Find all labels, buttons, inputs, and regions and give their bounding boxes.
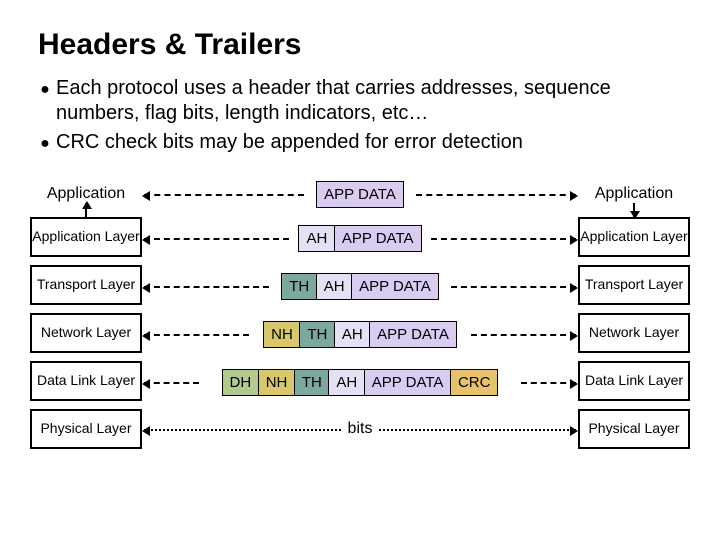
dashed-arrow [451,286,576,288]
dashed-arrow [144,286,269,288]
seg-ah: AH [334,321,371,348]
layer-box: Application Layer [30,217,142,257]
layer-box: Application Layer [578,217,690,257]
dashed-arrow [144,382,199,384]
layer-box: Transport Layer [578,265,690,305]
dashed-arrow [431,238,576,240]
layer-box: Physical Layer [30,409,142,449]
seg-appdata: APP DATA [316,181,404,208]
seg-th: TH [294,369,330,396]
seg-appdata: APP DATA [351,273,439,300]
arrow-down [633,203,635,217]
seg-ah: AH [328,369,365,396]
seg-th: TH [299,321,335,348]
dashed-arrow [471,334,576,336]
seg-th: TH [281,273,317,300]
bullet-list: ● Each protocol uses a header that carri… [34,76,690,155]
receiver-stack: Application Layer Transport Layer Networ… [578,217,690,457]
receiver-app-label: Application [578,185,690,203]
layer-box: Network Layer [30,313,142,353]
dashed-arrow [144,334,249,336]
layer-box: Physical Layer [578,409,690,449]
seg-ah: AH [316,273,353,300]
encapsulation-diagram: Application Application Application Laye… [30,169,690,499]
bullet-text: CRC check bits may be appended for error… [56,130,690,155]
layer-box: Network Layer [578,313,690,353]
sender-stack: Application Layer Transport Layer Networ… [30,217,142,457]
seg-dh: DH [222,369,260,396]
dashed-arrow [416,194,576,196]
slide-title: Headers & Trailers [38,28,690,62]
dashed-arrow [144,194,304,196]
seg-appdata: APP DATA [334,225,422,252]
bits-line: bits [144,429,576,431]
seg-appdata: APP DATA [369,321,457,348]
layer-box: Data Link Layer [30,361,142,401]
dashed-arrow [144,238,289,240]
bullet-dot: ● [34,130,56,154]
seg-nh: NH [258,369,296,396]
seg-appdata: APP DATA [364,369,452,396]
seg-crc: CRC [450,369,499,396]
seg-nh: NH [263,321,301,348]
layer-box: Transport Layer [30,265,142,305]
bullet-dot: ● [34,76,56,100]
bits-label: bits [342,420,379,438]
seg-ah: AH [298,225,335,252]
pdu-row-4: DH NH TH AH APP DATA CRC [152,369,568,396]
arrow-up [85,203,87,217]
bullet-text: Each protocol uses a header that carries… [56,76,690,126]
dashed-arrow [521,382,576,384]
layer-box: Data Link Layer [578,361,690,401]
